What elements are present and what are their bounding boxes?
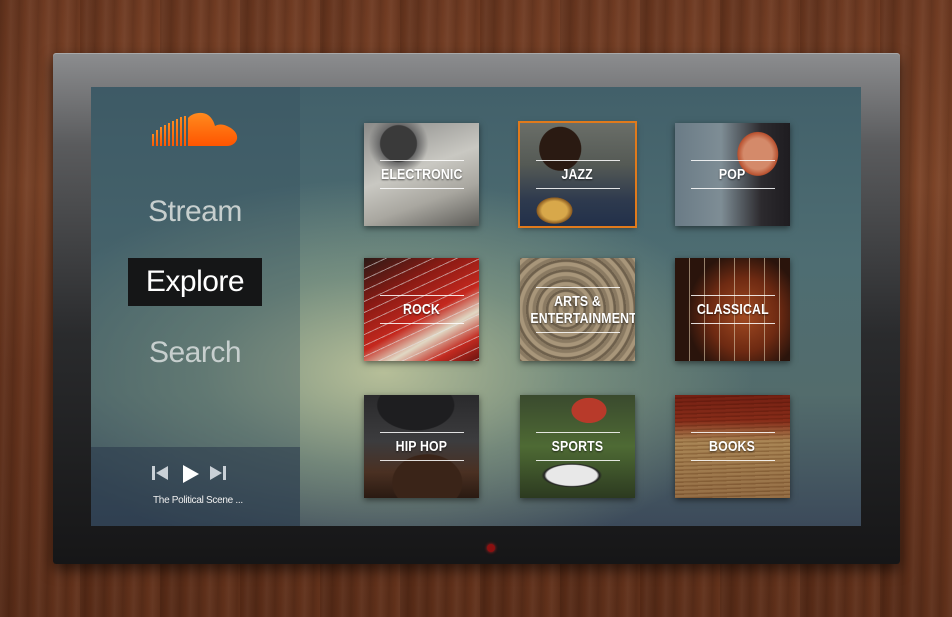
player-controls — [151, 463, 231, 485]
power-led-icon — [487, 544, 495, 552]
genre-label: JAZZ — [561, 166, 594, 183]
genre-tile-books[interactable]: BOOKS — [675, 395, 790, 498]
genre-tile-hip-hop[interactable]: HIP HOP — [364, 395, 479, 498]
tv-screen: Stream Explore Search The Political Scen… — [91, 87, 861, 526]
play-icon[interactable] — [180, 463, 200, 485]
skip-forward-icon[interactable] — [209, 463, 227, 483]
genre-label: POP — [719, 166, 746, 183]
genre-label: HIP HOP — [395, 438, 448, 455]
genre-label: BOOKS — [709, 438, 756, 455]
soundcloud-logo-icon — [152, 112, 238, 146]
genre-tile-electronic[interactable]: ELECTRONIC — [364, 123, 479, 226]
now-playing-title: The Political Scene ... — [153, 495, 243, 506]
genre-tile-jazz[interactable]: JAZZ — [518, 121, 637, 228]
mini-player: The Political Scene ... — [91, 447, 300, 526]
sidebar: Stream Explore Search The Political Scen… — [91, 87, 300, 526]
nav-item-explore[interactable]: Explore — [128, 258, 262, 306]
genre-tile-arts-entertainment[interactable]: ARTS & ENTERTAINMENT — [520, 258, 635, 361]
genre-label: ROCK — [403, 301, 440, 318]
genre-tile-sports[interactable]: SPORTS — [520, 395, 635, 498]
nav-item-search[interactable]: Search — [128, 329, 262, 377]
genre-label: ARTS & ENTERTAINMENT — [530, 292, 635, 327]
genre-tile-classical[interactable]: CLASSICAL — [675, 258, 790, 361]
genre-label: CLASSICAL — [696, 301, 769, 318]
genre-tile-pop[interactable]: POP — [675, 123, 790, 226]
genre-label: SPORTS — [551, 438, 604, 455]
genre-tile-rock[interactable]: ROCK — [364, 258, 479, 361]
skip-back-icon[interactable] — [151, 463, 169, 483]
nav-item-stream[interactable]: Stream — [128, 188, 262, 236]
genre-label: ELECTRONIC — [380, 166, 463, 183]
